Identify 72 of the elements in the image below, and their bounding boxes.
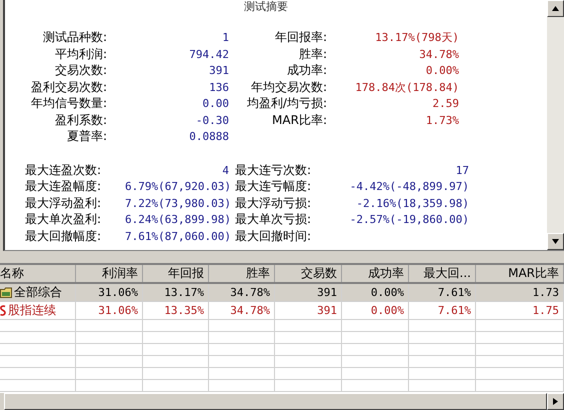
stat-label: 夏普率:	[66, 129, 108, 144]
stat-value: -4.42%(-48,899.97)	[348, 179, 470, 194]
stat-label: 胜率:	[298, 46, 328, 62]
stat-value: -2.57%(-19,860.00)	[348, 212, 470, 228]
stat-value: 1.73%	[424, 112, 460, 128]
stat-value: 6.79%(67,920.03)	[125, 179, 232, 194]
stat-label: 均盈利/均亏损:	[246, 96, 328, 112]
stat-value: -2.16%(18,359.98)	[355, 196, 470, 211]
column-header[interactable]: 名称	[0, 265, 76, 282]
stat-value: 0.0888	[188, 129, 230, 144]
table-row[interactable]: 全部综合 31.06% 13.17% 34.78% 391 0.00% 7.61% 1.73	[0, 284, 564, 302]
table-cell: 13.35%	[143, 302, 209, 319]
stat-label: 最大连盈幅度:	[25, 179, 102, 194]
summary-title: 测试摘要	[244, 0, 288, 13]
table-cell: 0.00%	[342, 284, 409, 301]
stat-label: 最大单次盈利:	[25, 212, 102, 228]
stat-value: 178.84次(178.84)	[354, 80, 460, 95]
stat-value: 0.00%	[424, 63, 460, 78]
table-cell: 31.06%	[76, 284, 143, 301]
stat-label: 年回报率:	[274, 30, 328, 46]
stat-label: 测试品种数:	[42, 30, 108, 46]
stat-label: 成功率:	[286, 63, 328, 78]
table-cell: 13.17%	[143, 284, 209, 301]
stat-value: 34.78%	[418, 46, 460, 62]
column-header[interactable]: 利润率	[76, 265, 143, 282]
stat-label: 交易次数:	[54, 63, 108, 78]
table-cell: 全部综合	[0, 284, 76, 301]
stat-value: 17	[454, 162, 470, 178]
table-cell: 391	[275, 284, 342, 301]
stat-value: -0.30	[194, 112, 230, 128]
table-cell: 1.75	[476, 302, 564, 319]
table-cell: 7.61%	[409, 302, 476, 319]
column-header[interactable]: MAR比率	[476, 265, 564, 282]
stat-label: 年均交易次数:	[250, 80, 328, 95]
stat-label: 最大浮动亏损:	[235, 196, 312, 211]
column-header[interactable]: 交易数	[275, 265, 342, 282]
stat-value: 2.59	[432, 96, 460, 112]
column-header[interactable]: 胜率	[209, 265, 275, 282]
stat-value: 794.42	[188, 46, 230, 62]
stat-value: 6.24%(63,899.98)	[125, 212, 232, 228]
column-header[interactable]: 成功率	[342, 265, 409, 282]
stat-label: 最大连盈次数:	[25, 162, 102, 178]
stat-label: 盈利系数:	[54, 112, 108, 128]
stat-label: 最大连亏次数:	[235, 162, 312, 178]
column-header[interactable]: 最大回...	[409, 265, 476, 282]
stat-value: 136	[208, 80, 230, 95]
stat-label: 最大浮动盈利:	[25, 196, 102, 211]
stat-label: 最大回撤幅度:	[25, 228, 102, 244]
table-cell: 0.00%	[342, 302, 409, 319]
stat-label: MAR比率:	[271, 112, 328, 128]
stat-value: 7.22%(73,980.03)	[125, 196, 232, 211]
stat-label: 最大单次亏损:	[235, 212, 312, 228]
table-cell: 7.61%	[409, 284, 476, 301]
table-row[interactable]: 股指连续 31.06% 13.35% 34.78% 391 0.00% 7.61% 1.75	[0, 302, 564, 320]
table-cell: 1.73	[476, 284, 564, 301]
stat-label: 最大连亏幅度:	[235, 179, 312, 194]
stat-value: 1	[221, 30, 230, 46]
table-cell: 31.06%	[76, 302, 143, 319]
table-cell: 股指连续	[0, 302, 76, 319]
stat-value: 13.17%(798天)	[374, 30, 460, 46]
stat-label: 盈利交易次数:	[30, 80, 108, 95]
table-cell: 34.78%	[209, 284, 275, 301]
stat-value: 0.00	[202, 96, 230, 112]
column-header[interactable]: 年回报	[143, 265, 209, 282]
table-cell: 34.78%	[209, 302, 275, 319]
stat-value: 391	[208, 63, 230, 78]
stat-value: 7.61%(87,060.00)	[125, 228, 232, 244]
stat-label: 最大回撤时间:	[235, 228, 312, 244]
stat-label: 年均信号数量:	[30, 96, 108, 112]
stat-value: 4	[221, 162, 230, 178]
table-cell: 391	[275, 302, 342, 319]
stat-label: 平均利润:	[54, 46, 108, 62]
